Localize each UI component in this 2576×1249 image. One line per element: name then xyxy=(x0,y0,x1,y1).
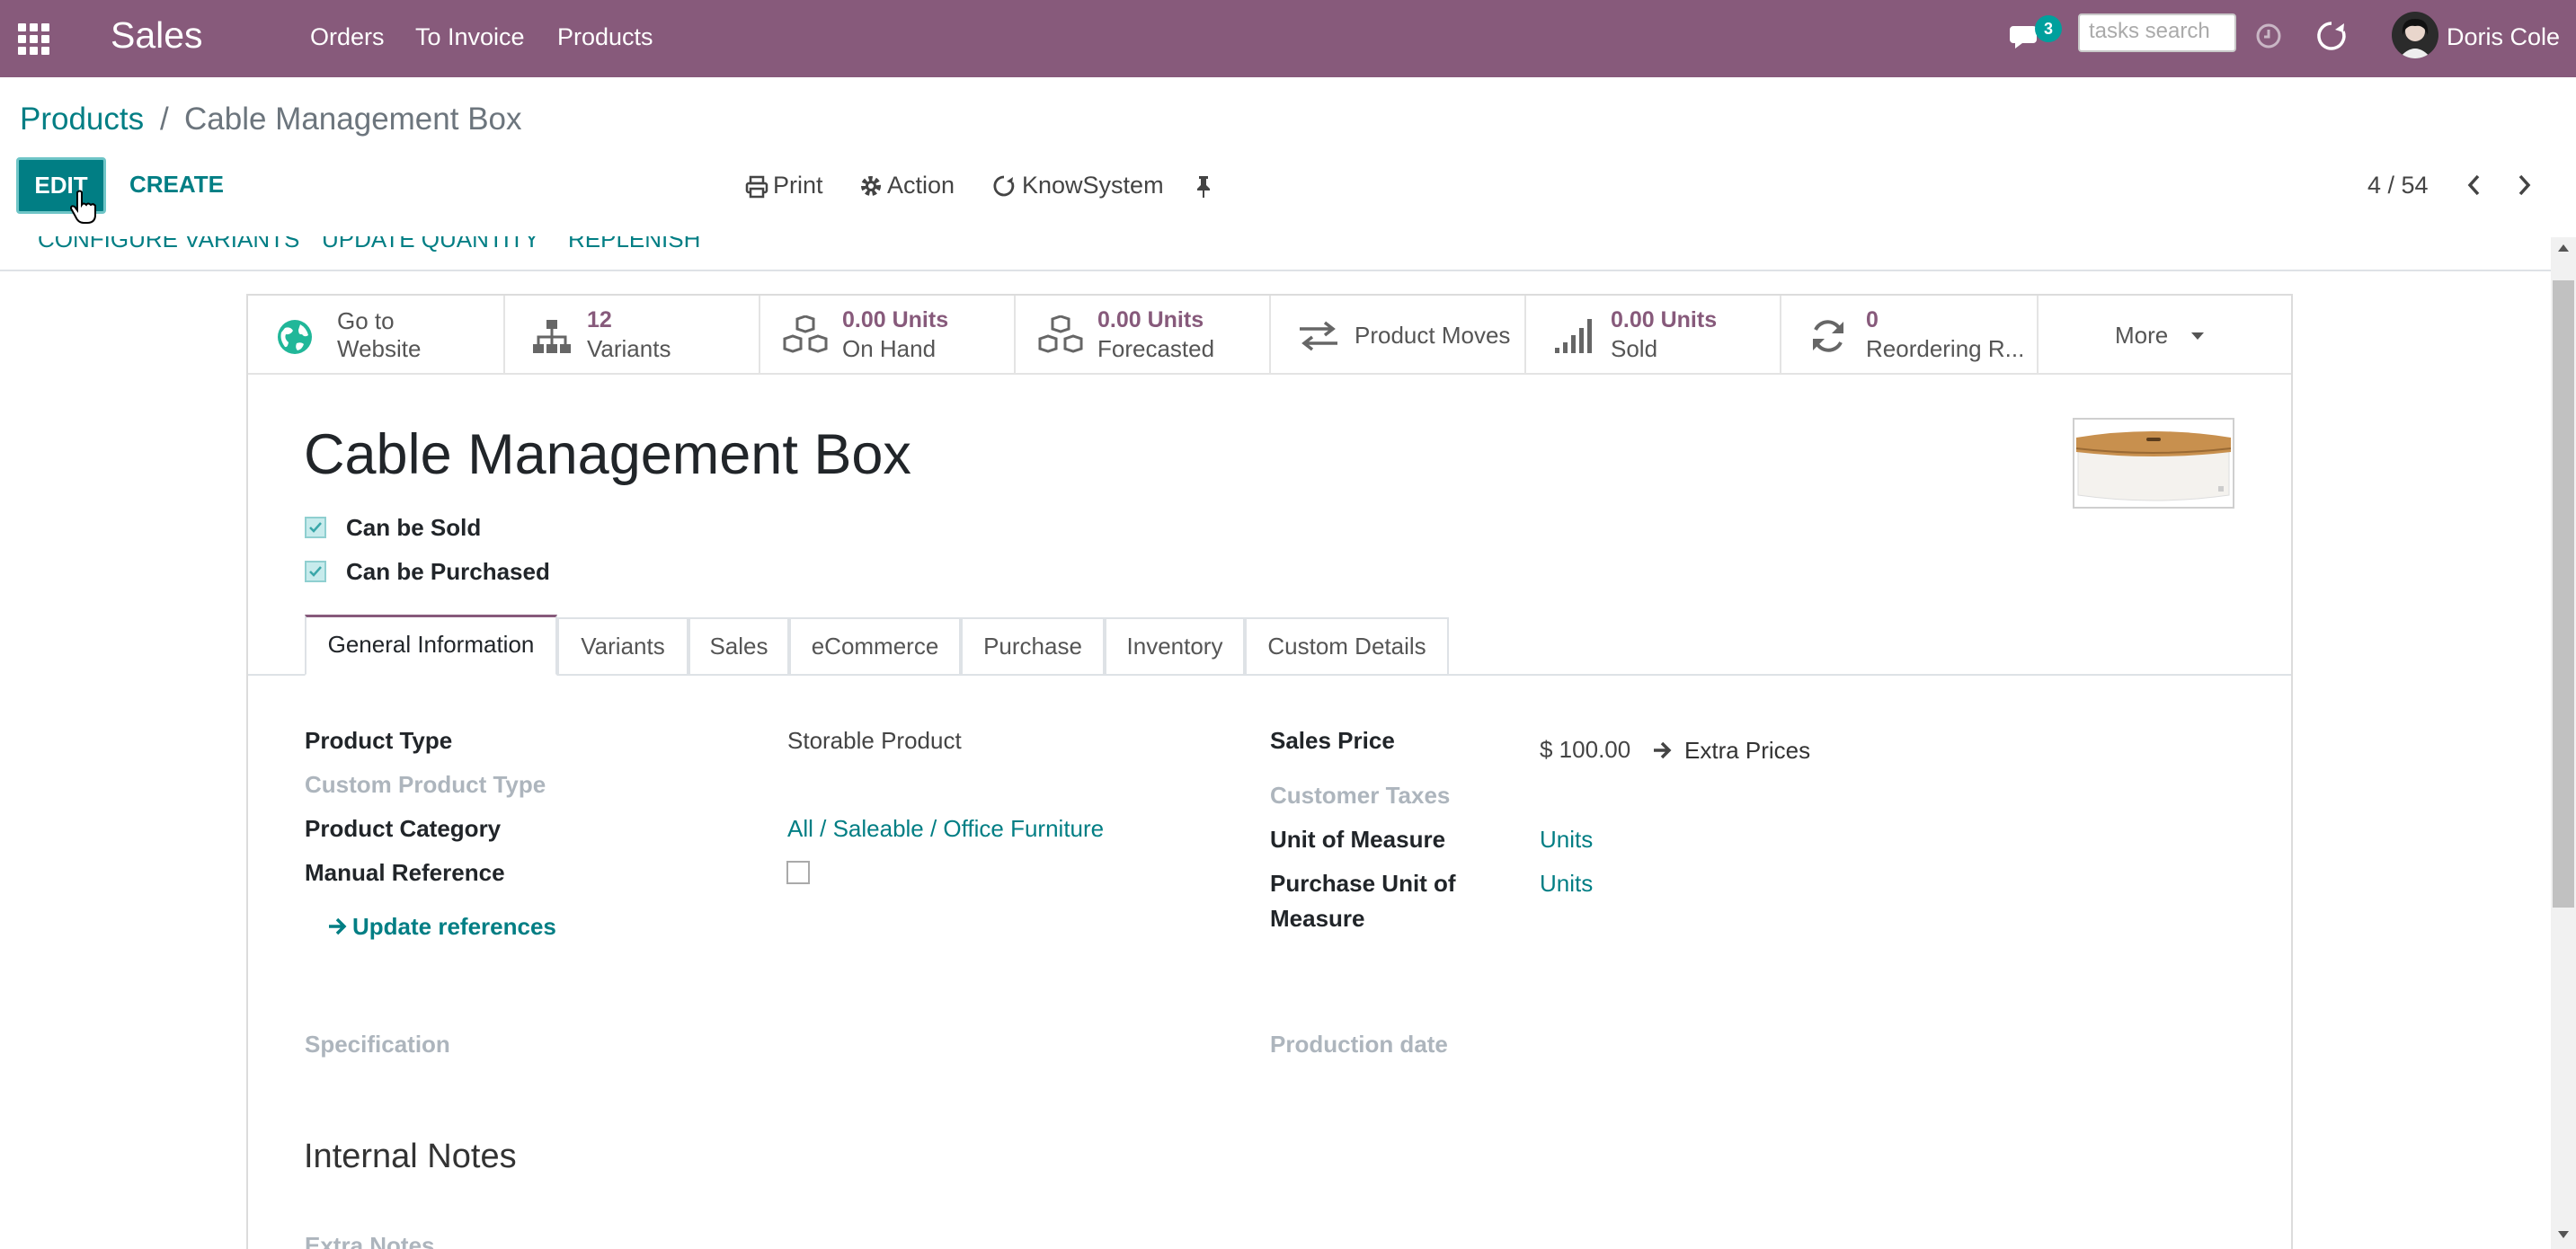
sales-price-value[interactable]: $ 100.00 xyxy=(1540,736,1630,764)
cubes-icon xyxy=(783,315,828,353)
knowsystem-button[interactable]: KnowSystem xyxy=(1022,172,1164,199)
tab-custom-details[interactable]: Custom Details xyxy=(1245,617,1449,674)
can-be-purchased-checkbox[interactable] xyxy=(305,561,326,582)
specification-label: Specification xyxy=(305,1031,450,1058)
chevron-left-icon[interactable] xyxy=(2465,173,2484,198)
clock-icon[interactable] xyxy=(2255,22,2282,49)
app-brand[interactable]: Sales xyxy=(111,14,203,57)
arrow-right-icon xyxy=(1654,741,1672,759)
forecasted-smart-button[interactable]: 0.00 Units Forecasted xyxy=(1016,296,1271,373)
product-type-value[interactable]: Storable Product xyxy=(787,727,962,755)
cursor-hand-icon xyxy=(70,190,96,224)
purchase-uom-label-line1: Purchase Unit of xyxy=(1270,870,1456,897)
scroll-down-icon[interactable] xyxy=(2556,1229,2571,1240)
can-be-sold-checkbox[interactable] xyxy=(305,517,326,538)
manual-reference-label: Manual Reference xyxy=(305,859,505,886)
print-icon xyxy=(745,175,768,199)
purchase-uom-label-line2: Measure xyxy=(1270,905,1365,932)
exchange-icon xyxy=(1300,321,1337,351)
pin-icon[interactable] xyxy=(1193,174,1214,199)
can-be-purchased-label[interactable]: Can be Purchased xyxy=(346,558,550,586)
pager-value[interactable]: 4 / 54 xyxy=(2367,172,2429,199)
product-type-label: Product Type xyxy=(305,727,453,754)
user-avatar[interactable] xyxy=(2392,12,2438,58)
sold-smart-button[interactable]: 0.00 Units Sold xyxy=(1526,296,1781,373)
caret-down-icon xyxy=(2191,332,2204,340)
refresh-icon xyxy=(1813,320,1843,352)
scroll-up-icon[interactable] xyxy=(2556,243,2571,253)
tab-sales[interactable]: Sales xyxy=(688,617,789,674)
menu-products[interactable]: Products xyxy=(557,23,653,51)
tab-general-information[interactable]: General Information xyxy=(305,615,557,676)
extra-prices-button[interactable]: Extra Prices xyxy=(1684,737,1810,765)
chevron-right-icon[interactable] xyxy=(2514,173,2534,198)
print-button[interactable]: Print xyxy=(773,172,823,199)
menu-to-invoice[interactable]: To Invoice xyxy=(415,23,525,51)
product-category-link[interactable]: All / Saleable / Office Furniture xyxy=(787,815,1104,843)
menu-orders[interactable]: Orders xyxy=(310,23,385,51)
customer-taxes-label: Customer Taxes xyxy=(1270,782,1451,809)
apps-menu-icon[interactable] xyxy=(16,22,54,59)
breadcrumb-current: Cable Management Box xyxy=(184,102,522,137)
refresh-chat-icon[interactable] xyxy=(2315,20,2348,52)
internal-notes-title: Internal Notes xyxy=(304,1138,517,1175)
reordering-rules-smart-button[interactable]: 0 Reordering R... xyxy=(1781,296,2039,373)
on-hand-value: 0.00 Units xyxy=(842,307,949,332)
extra-notes-clip: Extra Notes xyxy=(248,1227,2291,1249)
scrollbar-thumb[interactable] xyxy=(2553,280,2574,908)
reordering-value: 0 xyxy=(1866,307,1879,332)
knowsystem-icon xyxy=(993,175,1015,197)
go-to-website-button[interactable]: Go to Website xyxy=(248,296,505,373)
variants-label: Variants xyxy=(587,335,671,362)
tab-ecommerce[interactable]: eCommerce xyxy=(789,617,961,674)
action-button[interactable]: Action xyxy=(887,172,955,199)
more-smart-button[interactable]: More xyxy=(2039,296,2290,373)
sitemap-icon xyxy=(533,320,571,353)
can-be-sold-label[interactable]: Can be Sold xyxy=(346,514,481,542)
globe-icon xyxy=(278,320,312,354)
forecasted-value: 0.00 Units xyxy=(1097,307,1204,332)
sales-price-label: Sales Price xyxy=(1270,727,1395,754)
cubes-icon xyxy=(1038,315,1083,353)
breadcrumb-separator: / xyxy=(160,102,169,137)
reordering-label: Reordering R... xyxy=(1866,335,2025,362)
tasks-search-input[interactable]: tasks search xyxy=(2078,13,2236,52)
unit-of-measure-label: Unit of Measure xyxy=(1270,826,1446,853)
messages-count-badge: 3 xyxy=(2035,15,2062,42)
signal-icon xyxy=(1555,319,1592,353)
variants-smart-button[interactable]: 12 Variants xyxy=(505,296,760,373)
production-date-label: Production date xyxy=(1270,1031,1448,1058)
forecasted-label: Forecasted xyxy=(1097,335,1215,362)
user-name[interactable]: Doris Cole xyxy=(2447,23,2560,51)
tab-inventory[interactable]: Inventory xyxy=(1105,617,1245,674)
product-category-label: Product Category xyxy=(305,815,502,842)
product-moves-label: Product Moves xyxy=(1355,322,1511,349)
update-references-button[interactable]: Update references xyxy=(352,913,556,941)
tab-purchase[interactable]: Purchase xyxy=(961,617,1105,674)
breadcrumb-products[interactable]: Products xyxy=(20,102,144,137)
variants-count: 12 xyxy=(587,307,612,332)
tab-variants[interactable]: Variants xyxy=(557,617,688,674)
purchase-uom-link[interactable]: Units xyxy=(1540,870,1593,898)
smart-buttons-divider xyxy=(248,373,2291,375)
product-image[interactable] xyxy=(2073,418,2234,509)
unit-of-measure-link[interactable]: Units xyxy=(1540,826,1593,854)
sold-label: Sold xyxy=(1611,335,1658,362)
on-hand-smart-button[interactable]: 0.00 Units On Hand xyxy=(760,296,1016,373)
arrow-right-icon xyxy=(329,917,347,935)
on-hand-label: On Hand xyxy=(842,335,937,362)
sold-value: 0.00 Units xyxy=(1611,307,1718,332)
custom-product-type-label: Custom Product Type xyxy=(305,771,546,798)
more-label: More xyxy=(2115,322,2169,349)
product-name[interactable]: Cable Management Box xyxy=(304,422,911,487)
website-line1: Go to xyxy=(337,307,395,334)
manual-reference-checkbox[interactable] xyxy=(786,861,810,884)
website-line2: Website xyxy=(337,335,422,362)
product-moves-smart-button[interactable]: Product Moves xyxy=(1271,296,1526,373)
extra-notes-label: Extra Notes xyxy=(305,1232,435,1249)
create-button[interactable]: CREATE xyxy=(129,171,224,199)
gear-icon xyxy=(861,176,881,196)
